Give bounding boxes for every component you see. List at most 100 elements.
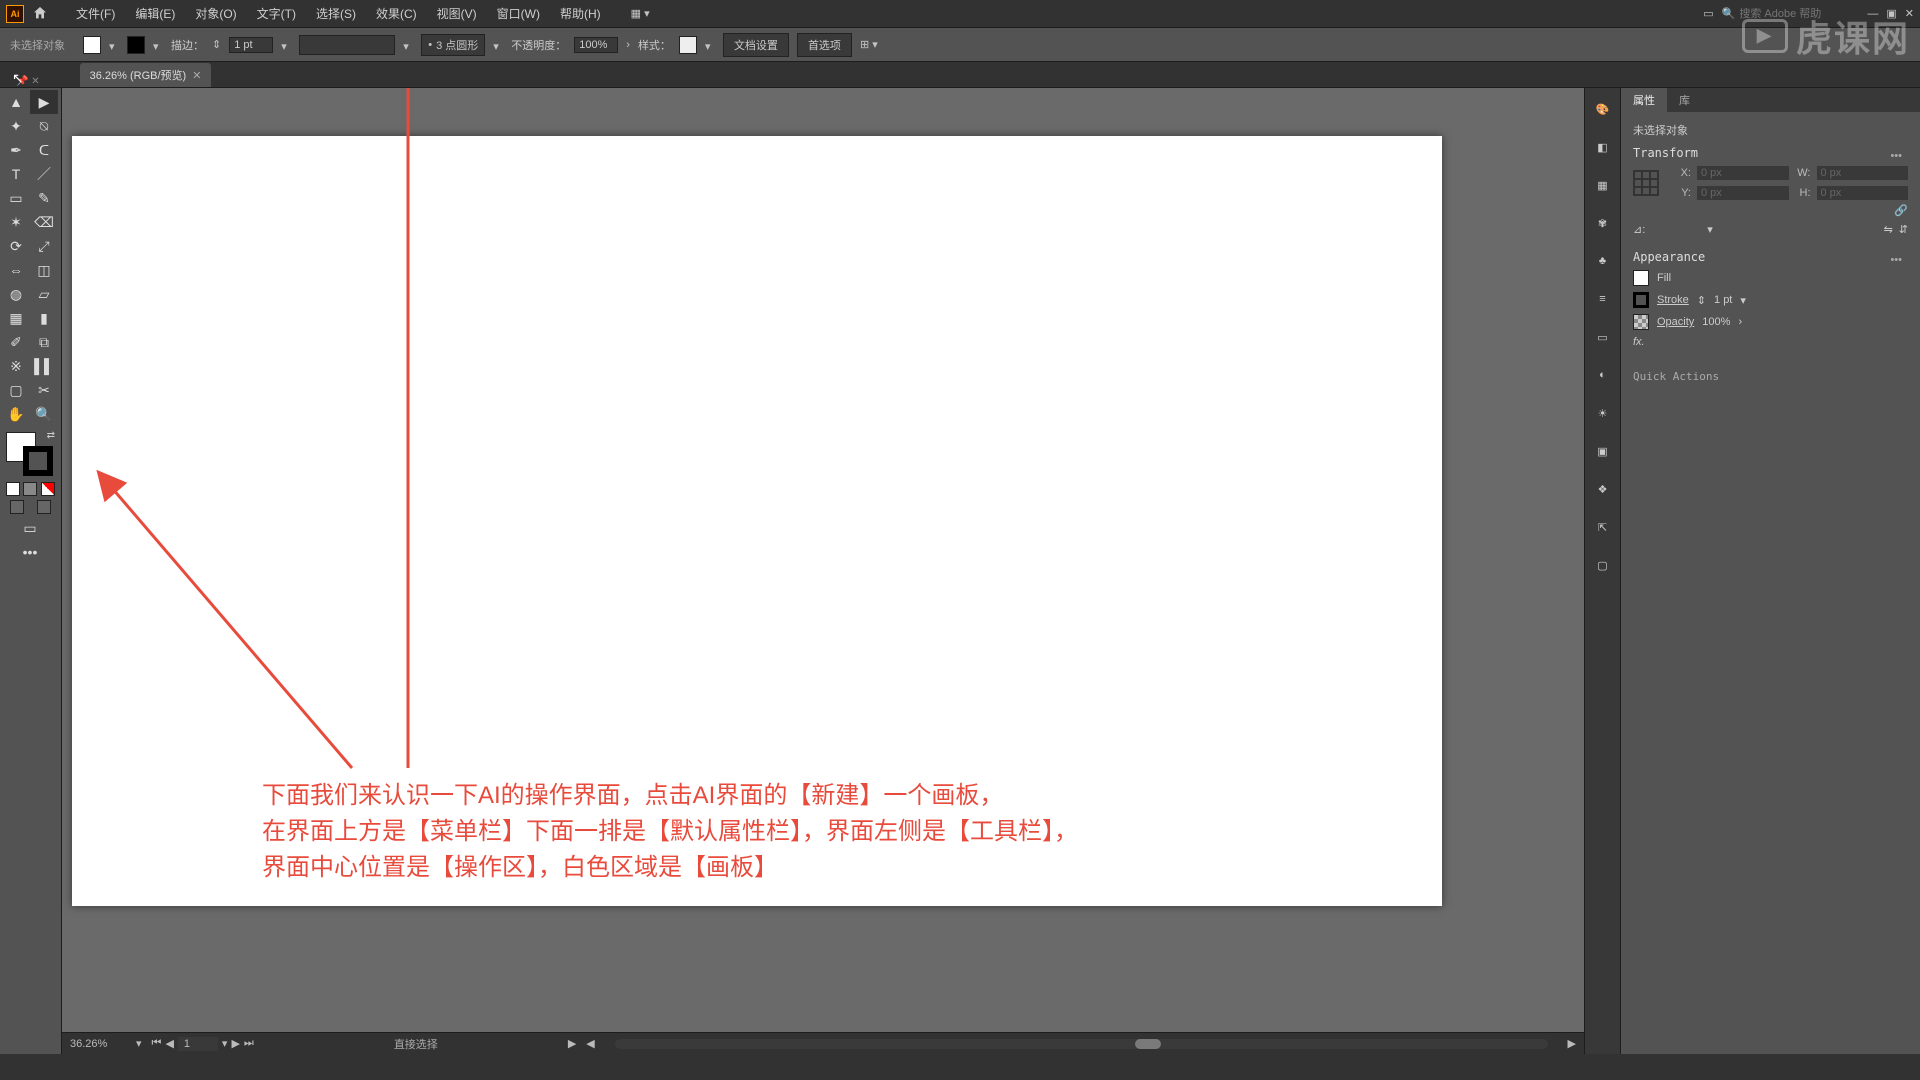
free-transform-tool[interactable]: ◫ (30, 258, 58, 282)
edit-toolbar-button[interactable]: ••• (2, 540, 58, 564)
opacity-input[interactable] (574, 37, 618, 53)
rotate-tool[interactable]: ⟳ (2, 234, 30, 258)
draw-behind[interactable] (23, 482, 37, 496)
tab-properties[interactable]: 属性 (1621, 88, 1667, 112)
menu-edit[interactable]: 编辑(E) (125, 5, 185, 22)
color-panel-icon[interactable]: 🎨 (1592, 98, 1614, 120)
color-guide-icon[interactable]: ◧ (1592, 136, 1614, 158)
stroke-link[interactable]: Stroke (1657, 294, 1689, 306)
screen-mode-2[interactable] (37, 500, 51, 514)
first-artboard-icon[interactable]: ⏮ (152, 1037, 162, 1050)
canvas-area[interactable]: 下面我们来认识一下AI的操作界面，点击AI界面的【新建】一个画板， 在界面上方是… (62, 88, 1584, 1032)
menu-type[interactable]: 文字(T) (247, 5, 306, 22)
menu-object[interactable]: 对象(O) (185, 5, 246, 22)
appearance-panel-icon[interactable]: ☀ (1592, 402, 1614, 424)
asset-export-icon[interactable]: ⇱ (1592, 516, 1614, 538)
menu-effect[interactable]: 效果(C) (366, 5, 427, 22)
workspace-icon[interactable]: ▭ (1703, 7, 1713, 20)
menu-help[interactable]: 帮助(H) (550, 5, 611, 22)
fill-stroke-control[interactable]: ⇄ (4, 430, 57, 476)
screen-mode-1[interactable] (10, 500, 24, 514)
document-tab[interactable]: 36.26% (RGB/预览) ✕ (80, 63, 212, 87)
opacity-expand[interactable]: › (626, 39, 630, 51)
align-to-icon[interactable]: ⊞ ▾ (860, 38, 878, 51)
stroke-width-input[interactable] (229, 37, 273, 53)
column-graph-tool[interactable]: ▌▌ (30, 354, 58, 378)
gradient-tool[interactable]: ▮ (30, 306, 58, 330)
arrange-docs-icon[interactable]: ▦ ▾ (631, 7, 650, 20)
paintbrush-tool[interactable]: ✎ (30, 186, 58, 210)
zoom-tool[interactable]: 🔍 (30, 402, 58, 426)
stroke-dd[interactable]: ▾ (153, 40, 163, 50)
shape-builder-tool[interactable]: ◍ (2, 282, 30, 306)
curvature-tool[interactable]: ᑕ (30, 138, 58, 162)
line-tool[interactable]: ／ (30, 162, 58, 186)
scale-tool[interactable]: ⤢ (30, 234, 58, 258)
menu-view[interactable]: 视图(V) (427, 5, 487, 22)
prefs-button[interactable]: 首选项 (797, 33, 852, 57)
y-input[interactable]: 0 px (1697, 186, 1789, 200)
opacity-link[interactable]: Opacity (1657, 316, 1694, 328)
fill-dd[interactable]: ▾ (109, 40, 119, 50)
fx-button[interactable]: fx. (1633, 336, 1645, 348)
brush-dd[interactable]: •3 点圆形 (421, 34, 485, 56)
symbol-sprayer-tool[interactable]: ※ (2, 354, 30, 378)
mesh-tool[interactable]: ▦ (2, 306, 30, 330)
menu-select[interactable]: 选择(S) (306, 5, 366, 22)
horizontal-scrollbar[interactable] (615, 1039, 1548, 1049)
transparency-panel-icon[interactable]: ◐ (1592, 364, 1614, 386)
opacity-panel-input[interactable]: 100% (1702, 316, 1730, 328)
fill-swatch[interactable] (83, 36, 101, 54)
var-width-dd[interactable] (299, 35, 395, 55)
pen-tool[interactable]: ✒ (2, 138, 30, 162)
swap-colors-icon[interactable]: ⇄ (47, 430, 55, 441)
graphic-styles-icon[interactable]: ▣ (1592, 440, 1614, 462)
stroke-color[interactable] (23, 446, 53, 476)
artboards-panel-icon[interactable]: ▢ (1592, 554, 1614, 576)
stroke-stepper[interactable]: ⇕ (212, 38, 221, 51)
flip-v-icon[interactable]: ⇵ (1899, 223, 1908, 236)
artboard-tool[interactable]: ▢ (2, 378, 30, 402)
zoom-level[interactable]: 36.26% (70, 1038, 126, 1050)
menu-file[interactable]: 文件(F) (66, 5, 125, 22)
gradient-panel-icon[interactable]: ▭ (1592, 326, 1614, 348)
rectangle-tool[interactable]: ▭ (2, 186, 30, 210)
constrain-icon[interactable]: 🔗 (1894, 205, 1908, 217)
tab-close-icon[interactable]: ✕ (192, 69, 201, 82)
opacity-swatch[interactable] (1633, 314, 1649, 330)
home-icon[interactable] (32, 5, 50, 23)
stroke-width-panel[interactable]: 1 pt (1714, 294, 1732, 306)
doc-setup-button[interactable]: 文档设置 (723, 33, 789, 57)
fill-swatch-panel[interactable] (1633, 270, 1649, 286)
status-expand-icon[interactable]: ▶ (568, 1037, 576, 1050)
screen-mode-button[interactable]: ▭ (2, 516, 58, 540)
type-tool[interactable]: T (2, 162, 30, 186)
swatches-panel-icon[interactable]: ▦ (1592, 174, 1614, 196)
appearance-options-icon[interactable]: ••• (1890, 254, 1902, 266)
tab-libraries[interactable]: 库 (1667, 88, 1702, 112)
layers-panel-icon[interactable]: ❖ (1592, 478, 1614, 500)
hand-tool[interactable]: ✋ (2, 402, 30, 426)
stroke-swatch-panel[interactable] (1633, 292, 1649, 308)
w-input[interactable]: 0 px (1817, 166, 1909, 180)
lasso-tool[interactable]: ⍉ (30, 114, 58, 138)
flip-h-icon[interactable]: ⇋ (1884, 223, 1893, 236)
direct-selection-tool[interactable]: ▶ (30, 90, 58, 114)
transform-options-icon[interactable]: ••• (1890, 150, 1902, 162)
eyedropper-tool[interactable]: ✐ (2, 330, 30, 354)
h-input[interactable]: 0 px (1817, 186, 1909, 200)
menu-window[interactable]: 窗口(W) (487, 5, 550, 22)
draw-inside[interactable] (41, 482, 55, 496)
prev-artboard-icon[interactable]: ◀ (165, 1037, 173, 1050)
x-input[interactable]: 0 px (1697, 166, 1789, 180)
reference-point[interactable] (1633, 170, 1659, 196)
width-tool[interactable]: ⇔ (2, 258, 30, 282)
last-artboard-icon[interactable]: ⏭ (244, 1037, 254, 1050)
magic-wand-tool[interactable]: ✦ (2, 114, 30, 138)
stroke-panel-icon[interactable]: ≡ (1592, 288, 1614, 310)
next-artboard-icon[interactable]: ▶ (231, 1037, 239, 1050)
brushes-panel-icon[interactable]: ✾ (1592, 212, 1614, 234)
draw-normal[interactable] (6, 482, 20, 496)
style-swatch[interactable] (679, 36, 697, 54)
stroke-swatch[interactable] (127, 36, 145, 54)
